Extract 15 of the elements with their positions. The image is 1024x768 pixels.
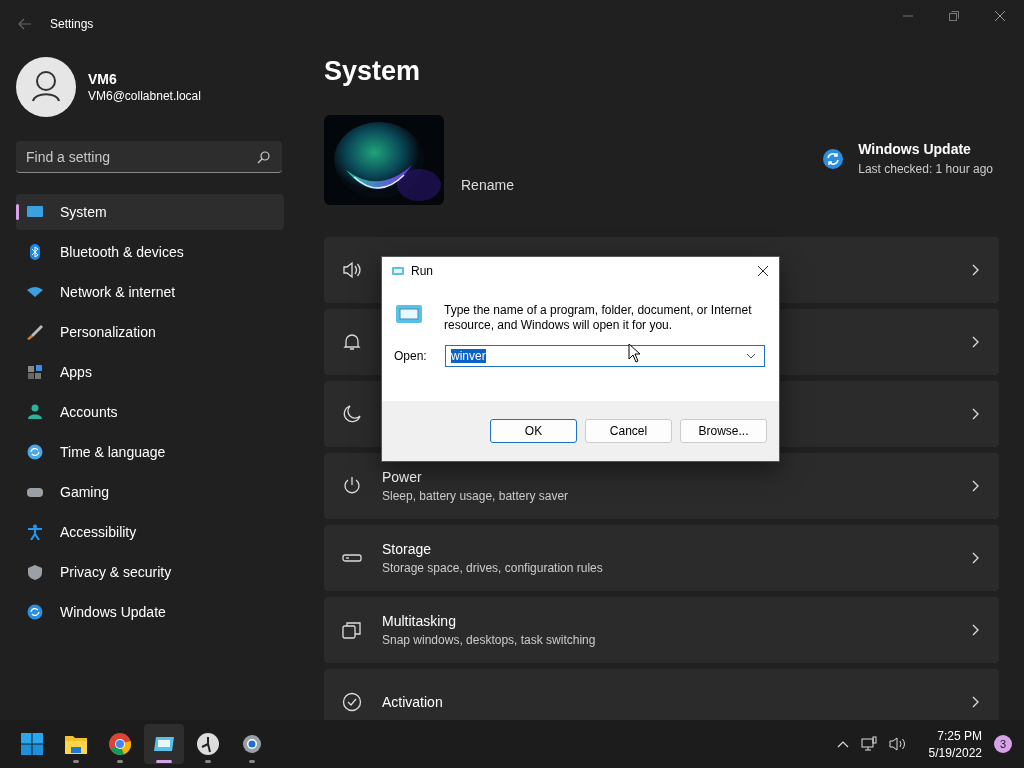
- open-label: Open:: [394, 349, 428, 363]
- user-name: VM6: [88, 71, 118, 87]
- card-title: Activation: [382, 694, 444, 710]
- user-email: VM6@collabnet.local: [88, 89, 201, 103]
- dialog-message: Type the name of a program, folder, document, or Internet resource, and Windows will open it for you.: [444, 303, 753, 333]
- update-status: Last checked: 1 hour ago: [858, 162, 993, 176]
- card-description: Snap windows, desktops, task switching: [382, 633, 597, 647]
- page-title: System: [324, 56, 422, 88]
- card-title: Power: [382, 469, 423, 485]
- card-description: Sleep, battery usage, battery saver: [382, 489, 570, 503]
- card-title: Multitasking: [382, 613, 457, 629]
- card-title: Storage: [382, 541, 433, 557]
- card-description: Storage space, drives, configuration rules: [382, 561, 604, 575]
- dialog-title: Run: [411, 264, 433, 278]
- window-title: Settings: [50, 17, 94, 31]
